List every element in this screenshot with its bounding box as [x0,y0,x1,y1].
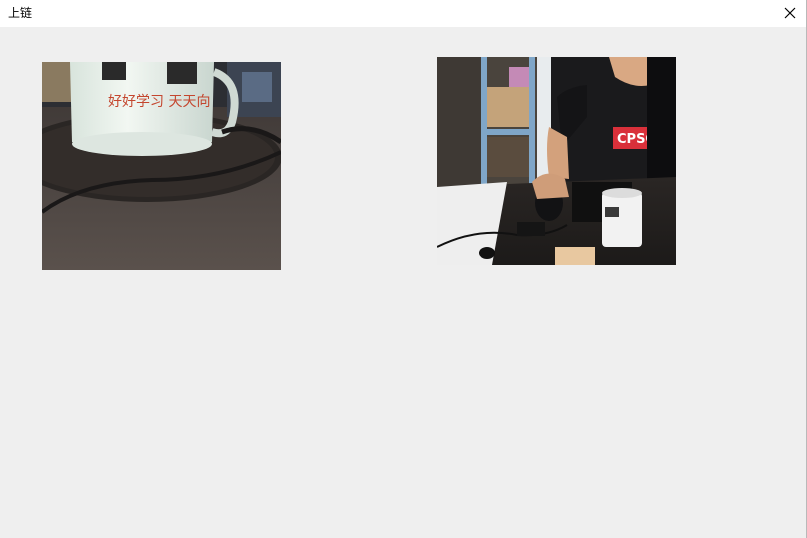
app-window: 上链 好好学习 天天向 CPSOL [0,0,807,538]
close-icon [784,7,796,18]
video-view-remote: CPSOL [437,57,676,265]
title-bar: 上链 [0,0,806,27]
window-title: 上链 [8,6,33,20]
mug-text: 好好学习 天天向 [108,94,210,110]
close-button[interactable] [774,0,806,25]
video-view-local: 好好学习 天天向 [42,62,281,270]
